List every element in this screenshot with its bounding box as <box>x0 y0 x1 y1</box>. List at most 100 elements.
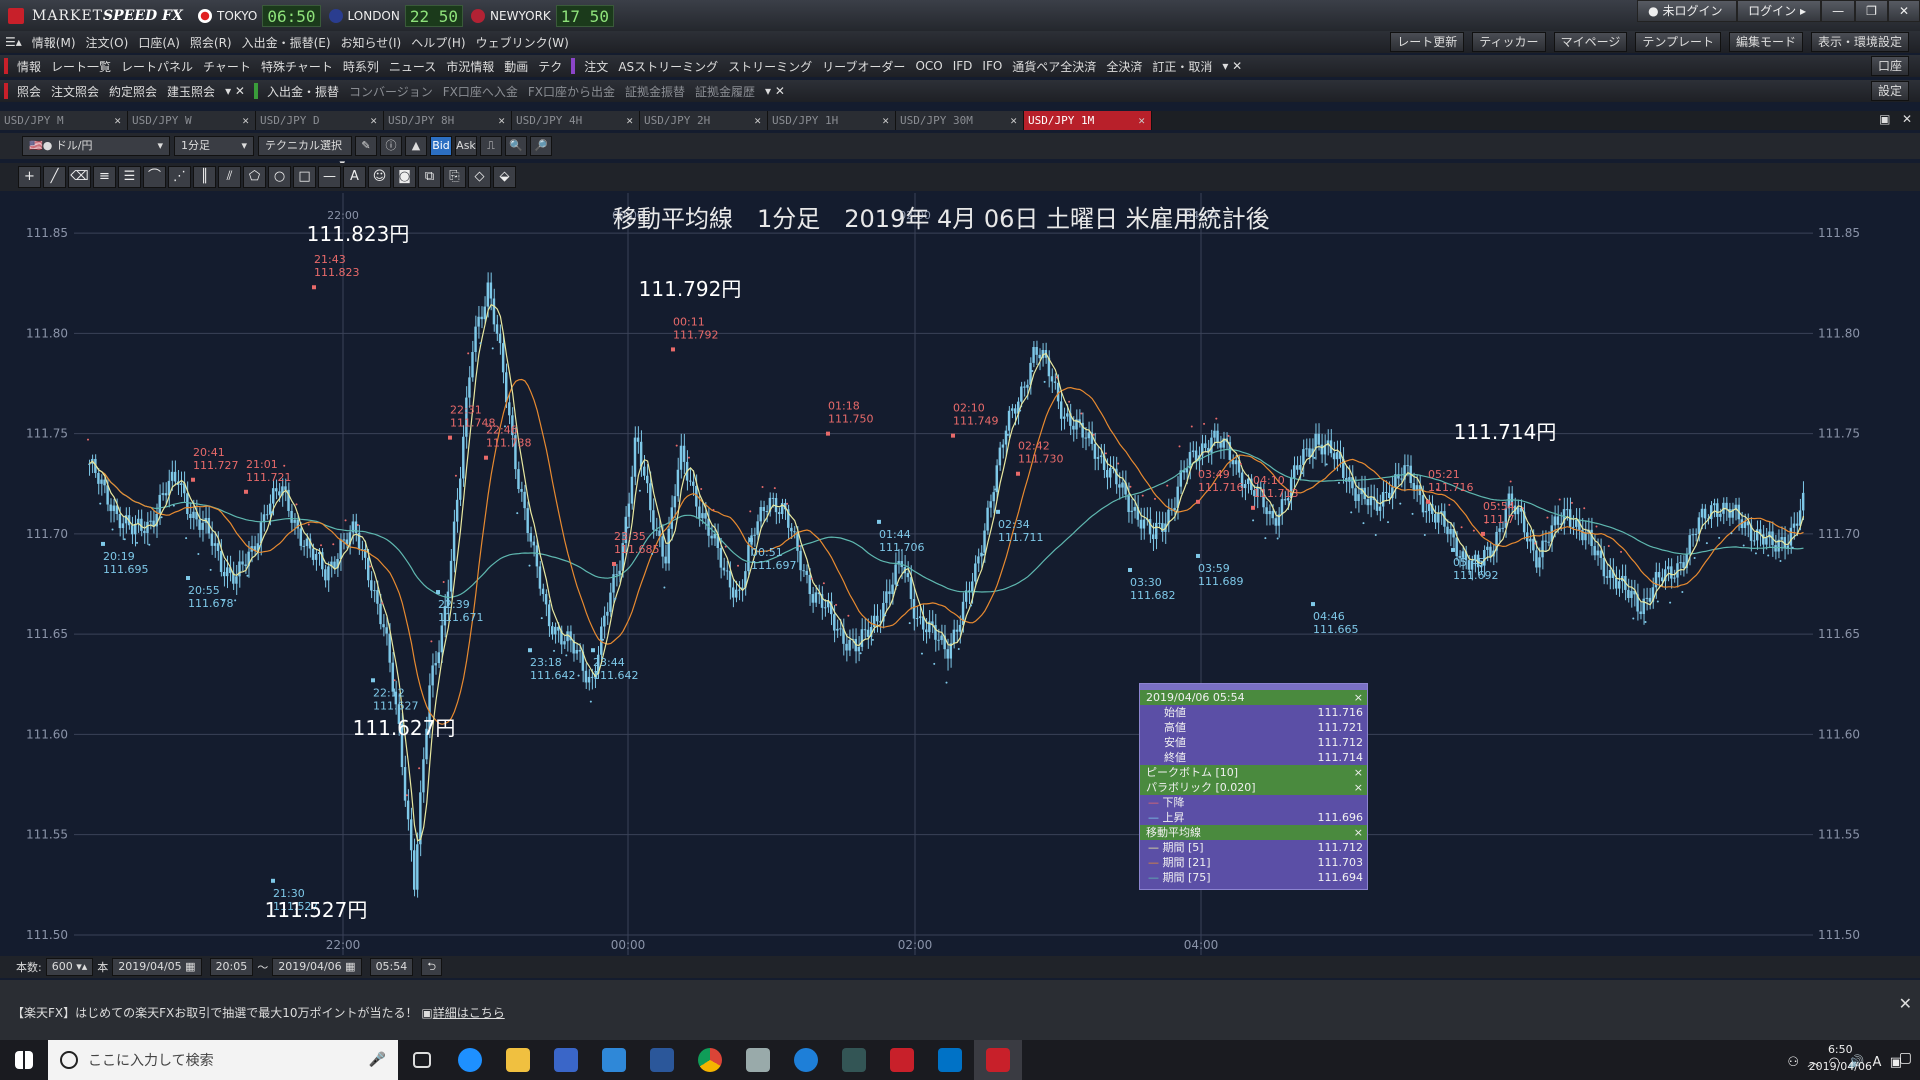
close-icon[interactable]: ✕ <box>498 114 505 127</box>
tool-margin-transfer[interactable]: 証拠金振替 <box>625 83 685 100</box>
task-view-icon[interactable] <box>398 1040 446 1080</box>
tool-chart[interactable]: チャート <box>203 58 251 75</box>
close-icon[interactable]: ✕ <box>242 114 249 127</box>
window-controls[interactable]: ▣ ✕ <box>1879 112 1912 126</box>
template-button[interactable]: テンプレート <box>1635 32 1721 52</box>
dash-icon[interactable]: — <box>318 166 341 188</box>
menu-item-info[interactable]: 情報(M) <box>32 34 76 51</box>
system-clock[interactable]: 6:50 2019/04/06 <box>1809 1041 1872 1075</box>
data-window[interactable]: 2019/04/06 05:54 × 始値 111.716 高値 111.721 安値… <box>1139 683 1368 890</box>
tab-usdjpy-8h[interactable]: USD/JPY 8H ✕ <box>384 111 512 130</box>
tool-oco[interactable]: OCO <box>915 59 942 73</box>
close-icon[interactable]: ✕ <box>114 114 121 127</box>
copy-icon[interactable]: ⧉ <box>418 166 441 188</box>
tool-fx-withdraw[interactable]: FX口座から出金 <box>528 83 615 100</box>
close-icon[interactable]: × <box>1354 825 1363 840</box>
close-button[interactable]: ✕ <box>1887 0 1920 22</box>
tool-ifo[interactable]: IFO <box>982 59 1002 73</box>
app-icon-3[interactable] <box>830 1040 878 1080</box>
tool-streaming[interactable]: ストリーミング <box>728 58 812 75</box>
tool-pair-settle[interactable]: 通貨ペア全決済 <box>1012 58 1096 75</box>
close-icon[interactable]: ▾ ✕ <box>225 84 245 98</box>
menu-item-weblink[interactable]: ウェブリンク(W) <box>476 34 569 51</box>
marketspeed-icon[interactable] <box>878 1040 926 1080</box>
account-button[interactable]: 口座 <box>1870 56 1909 76</box>
hline-icon[interactable]: ≡ <box>93 166 116 188</box>
display-settings-button[interactable]: 表示・環境設定 <box>1810 32 1909 52</box>
paste-icon[interactable]: ⎘ <box>443 166 466 188</box>
chart-area[interactable]: 111.85 111.85 111.80 111.80 111.75 111.75 111.… <box>18 193 1868 955</box>
calculator-icon[interactable] <box>542 1040 590 1080</box>
tool-order[interactable]: 注文 <box>584 58 608 75</box>
tool-deposit-transfer[interactable]: 入出金・振替 <box>267 83 339 100</box>
menu-item-help[interactable]: ヘルプ(H) <box>411 34 465 51</box>
tool-ifd[interactable]: IFD <box>953 59 973 73</box>
zoom-in-icon[interactable]: 🔎 <box>530 136 552 156</box>
ie-icon[interactable] <box>446 1040 494 1080</box>
minimize-button[interactable]: — <box>1821 0 1856 22</box>
tool-leave-order[interactable]: リーブオーダー <box>822 58 905 75</box>
menu-item-account[interactable]: 口座(A) <box>138 34 180 51</box>
area-chart-icon[interactable]: ▲ <box>405 136 427 156</box>
crosshair-icon[interactable]: + <box>18 166 41 188</box>
notification-icon[interactable]: ▢ <box>1899 1050 1912 1066</box>
lines-icon[interactable]: ☰ <box>118 166 141 188</box>
login-button[interactable]: ログイン ▸ <box>1737 0 1822 22</box>
tool-news[interactable]: ニュース <box>389 58 436 75</box>
word-icon[interactable] <box>638 1040 686 1080</box>
tool-fx-deposit[interactable]: FX口座へ入金 <box>443 83 518 100</box>
tool-rate-list[interactable]: レート一覧 <box>51 58 111 75</box>
tool-info[interactable]: 情報 <box>17 58 41 75</box>
line-icon[interactable]: ╱ <box>43 166 66 188</box>
menu-item-deposit[interactable]: 入出金・振替(E) <box>242 34 331 51</box>
ticker-link[interactable]: 詳細はこちら <box>433 1006 505 1020</box>
chrome-icon[interactable] <box>686 1040 734 1080</box>
pencil-icon[interactable]: ✎ <box>355 136 377 156</box>
tool-rate-panel[interactable]: レートパネル <box>121 58 193 75</box>
app-icon-2[interactable] <box>734 1040 782 1080</box>
close-icon[interactable]: × <box>1354 780 1363 795</box>
news-ticker[interactable]: 【楽天FX】はじめての楽天FXお取引で抽選で最大10万ポイントが当たる！ ▣詳細… <box>12 1004 505 1021</box>
close-icon[interactable]: ✕ <box>370 114 377 127</box>
tool-timeseries[interactable]: 時系列 <box>343 58 379 75</box>
tool-tech[interactable]: テク <box>538 58 562 75</box>
mypage-button[interactable]: マイページ <box>1553 32 1628 52</box>
circle-icon[interactable]: ○ <box>268 166 291 188</box>
tab-usdjpy-d[interactable]: USD/JPY D ✕ <box>256 111 384 130</box>
close-icon[interactable]: ▾ ✕ <box>765 84 785 98</box>
date-to-input[interactable]: 2019/04/06 ▦ <box>272 958 362 976</box>
menu-toggle[interactable]: ☰▴ <box>5 35 22 49</box>
text-icon[interactable]: A <box>343 166 366 188</box>
maximize-button[interactable]: ❐ <box>1855 0 1888 22</box>
tab-usdjpy-4h[interactable]: USD/JPY 4H ✕ <box>512 111 640 130</box>
start-button[interactable] <box>0 1040 48 1080</box>
close-icon[interactable]: × <box>1354 765 1363 780</box>
tab-usdjpy-2h[interactable]: USD/JPY 2H ✕ <box>640 111 768 130</box>
taskbar-search[interactable]: ここに入力して検索 🎤 <box>48 1040 398 1080</box>
tool-position-inquiry[interactable]: 建玉照会 <box>167 83 215 100</box>
camera-icon[interactable]: ◙ <box>393 166 416 188</box>
eraser-icon[interactable]: ⌫ <box>68 166 91 188</box>
fan-icon[interactable]: ⋰ <box>168 166 191 188</box>
date-from-input[interactable]: 2019/04/05 ▦ <box>112 958 202 976</box>
tab-usdjpy-m[interactable]: USD/JPY M ✕ <box>0 111 128 130</box>
close-icon[interactable]: ✕ <box>1899 994 1912 1013</box>
tool-all-settle[interactable]: 全決済 <box>1106 58 1142 75</box>
ask-button[interactable]: Ask <box>455 136 477 156</box>
rate-update-button[interactable]: レート更新 <box>1390 32 1465 52</box>
tool-cancel[interactable]: 訂正・取消 <box>1152 58 1212 75</box>
time-to-input[interactable]: 05:54 <box>369 958 414 976</box>
chart-type-icon[interactable]: ⎍ <box>480 136 502 156</box>
close-icon[interactable]: ✕ <box>882 114 889 127</box>
erase-icon[interactable]: ◇ <box>468 166 491 188</box>
close-icon[interactable]: ✕ <box>754 114 761 127</box>
candlestick-chart[interactable]: 111.85 111.85 111.80 111.80 111.75 111.75 111.… <box>18 193 1868 955</box>
marketspeed-fx-icon[interactable] <box>974 1040 1022 1080</box>
settings-button[interactable]: 設定 <box>1870 81 1909 101</box>
tool-inquiry[interactable]: 照会 <box>17 83 41 100</box>
tool-conversion[interactable]: コンバージョン <box>349 83 433 100</box>
period-select[interactable]: 1分足 ▾ <box>174 136 254 156</box>
outlook-icon[interactable] <box>926 1040 974 1080</box>
erase-all-icon[interactable]: ⬙ <box>493 166 516 188</box>
menu-item-news[interactable]: お知らせ(I) <box>341 34 402 51</box>
